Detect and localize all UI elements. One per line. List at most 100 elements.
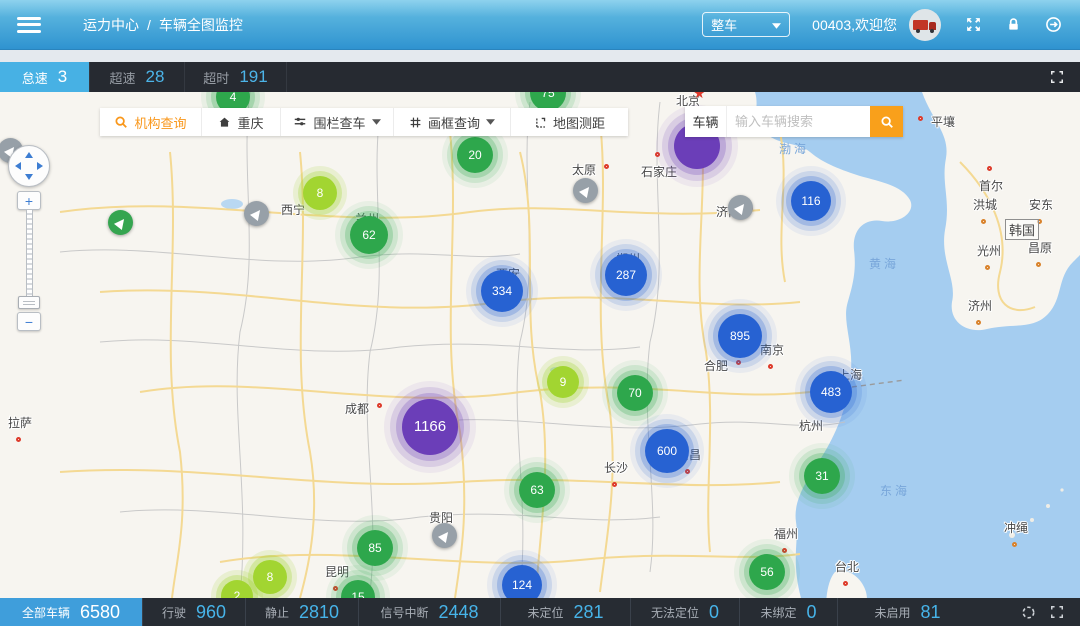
status-segment-7[interactable]: 未启用 81 (837, 598, 977, 626)
locate-icon[interactable] (1021, 605, 1036, 620)
map-label-首尔: 首尔 (979, 177, 1003, 194)
map-label-合肥: 合肥 (704, 357, 728, 374)
status-segment-6[interactable]: 未绑定0 (739, 598, 837, 626)
status-segment-5[interactable]: 无法定位0 (630, 598, 739, 626)
tab-2[interactable]: 超时 191 (185, 62, 287, 92)
search-button[interactable] (870, 106, 903, 137)
tab-label: 超时 (203, 68, 229, 87)
breadcrumb-page: 车辆全图监控 (159, 15, 243, 35)
cluster-334-7[interactable]: 334 (481, 270, 523, 312)
search-input[interactable] (727, 106, 870, 137)
vehicle-arrow-icon (113, 215, 127, 229)
toolbar-button-2[interactable]: 围栏查车 (281, 108, 394, 136)
avatar[interactable] (909, 9, 941, 41)
cluster-116-6[interactable]: 116 (791, 181, 831, 221)
cluster-124-19[interactable]: 124 (502, 565, 542, 598)
status-segment-3[interactable]: 信号中断2448 (358, 598, 500, 626)
zoom-slider-rail[interactable] (26, 210, 33, 298)
map-label-光州: 光州 (977, 242, 1001, 259)
vehicle-arrow-icon (578, 183, 592, 197)
tab-0[interactable]: 怠速3 (0, 62, 90, 92)
cluster-895-9[interactable]: 895 (718, 314, 762, 358)
capital-star-icon: ★ (693, 92, 706, 100)
status-segment-2[interactable]: 静止2810 (245, 598, 358, 626)
breadcrumb-section[interactable]: 运力中心 (83, 15, 139, 35)
toolbar-button-1[interactable]: 重庆 (202, 108, 281, 136)
fullscreen-icon[interactable] (1050, 62, 1064, 92)
city-dot (655, 152, 660, 157)
vehicle-marker-icon[interactable] (108, 210, 133, 235)
status-value: 6580 (80, 602, 120, 623)
breadcrumb-separator: / (147, 17, 151, 33)
lock-icon[interactable] (1006, 17, 1021, 32)
home-icon (218, 116, 231, 129)
fullscreen-icon[interactable] (1050, 605, 1064, 619)
app-header: 运力中心 / 车辆全图监控 整车 00403,欢迎您 (0, 0, 1080, 50)
fleet-statusbar: 全部车辆6580行驶960静止2810信号中断2448未定位281无法定位0未绑… (0, 598, 1080, 626)
map-label-台北: 台北 (835, 558, 859, 575)
status-segment-1[interactable]: 行驶960 (142, 598, 245, 626)
vehicle-marker-icon[interactable] (573, 178, 598, 203)
pan-right-icon[interactable] (37, 162, 43, 170)
vehicle-type-dropdown[interactable]: 整车 (702, 12, 790, 37)
vehicle-arrow-icon (733, 200, 747, 214)
map-label-洪城: 洪城 (973, 196, 997, 213)
toolbar-button-label: 地图测距 (553, 113, 605, 132)
tab-count: 28 (146, 67, 165, 87)
status-value: 2810 (299, 602, 339, 623)
cluster-600-14[interactable]: 600 (645, 429, 689, 473)
pan-down-icon[interactable] (25, 174, 33, 180)
status-value: 960 (196, 602, 226, 623)
vehicle-marker-icon[interactable] (728, 195, 753, 220)
cluster-62-4[interactable]: 62 (350, 216, 388, 254)
toolbar-button-3[interactable]: 画框查询 (394, 108, 511, 136)
tab-1[interactable]: 超速28 (90, 62, 185, 92)
cluster-20-3[interactable]: 20 (457, 137, 493, 173)
ruler-icon (534, 116, 547, 129)
zoom-out-button[interactable]: − (17, 312, 41, 331)
menu-icon[interactable] (17, 17, 41, 33)
toolbar-button-4[interactable]: 地图测距 (511, 108, 628, 136)
toolbar-button-label: 画框查询 (428, 113, 480, 132)
status-label: 未启用 (874, 604, 910, 621)
zoom-slider-handle[interactable] (18, 296, 40, 309)
expand-icon[interactable] (965, 16, 982, 33)
cluster-287-8[interactable]: 287 (605, 254, 647, 296)
map-label-福州: 福州 (774, 525, 798, 542)
map-label-黄海: 黄海 (869, 255, 899, 272)
map-label-平壤: 平壤 (931, 113, 955, 130)
vehicle-type-value: 整车 (711, 15, 737, 34)
vehicle-search-box: 车辆 (685, 106, 903, 137)
toolbar-button-label: 围栏查车 (313, 113, 365, 132)
map-toolbar: 机构查询重庆 围栏查车 画框查询 地图测距 (100, 108, 628, 136)
cluster-31-16[interactable]: 31 (804, 458, 840, 494)
pan-up-icon[interactable] (25, 152, 33, 158)
cluster-8-20[interactable]: 8 (253, 560, 287, 594)
vehicle-marker-icon[interactable] (244, 201, 269, 226)
toolbar-button-0[interactable]: 机构查询 (100, 108, 202, 136)
cluster-70-12[interactable]: 70 (617, 375, 653, 411)
status-segment-4[interactable]: 未定位281 (500, 598, 630, 626)
cluster-9-11[interactable]: 9 (547, 366, 579, 398)
city-dot (987, 166, 992, 171)
map-label-东海: 东海 (880, 482, 910, 499)
cluster-8-2[interactable]: 8 (303, 176, 337, 210)
pan-control[interactable] (8, 145, 50, 187)
pan-left-icon[interactable] (15, 162, 21, 170)
cluster-63-15[interactable]: 63 (519, 472, 555, 508)
map-canvas[interactable]: 北京平壤太原石家庄济南西宁兰州西安郑州成都合肥南京上海杭州南昌长沙拉萨贵阳昆明福… (0, 92, 1080, 598)
city-dot (1012, 542, 1017, 547)
zoom-in-button[interactable]: + (17, 191, 41, 210)
cluster-483-10[interactable]: 483 (810, 371, 852, 413)
cluster-1166-13[interactable]: 1166 (402, 399, 458, 455)
header-right: 整车 00403,欢迎您 (702, 9, 1080, 41)
cluster-56-18[interactable]: 56 (749, 554, 785, 590)
logout-icon[interactable] (1045, 16, 1062, 33)
status-label: 无法定位 (651, 604, 699, 621)
vehicle-marker-icon[interactable] (432, 523, 457, 548)
cluster-85-17[interactable]: 85 (357, 530, 393, 566)
status-segment-0[interactable]: 全部车辆6580 (0, 598, 142, 626)
city-dot (976, 320, 981, 325)
tab-count: 191 (239, 67, 267, 87)
status-value: 81 (920, 602, 940, 623)
